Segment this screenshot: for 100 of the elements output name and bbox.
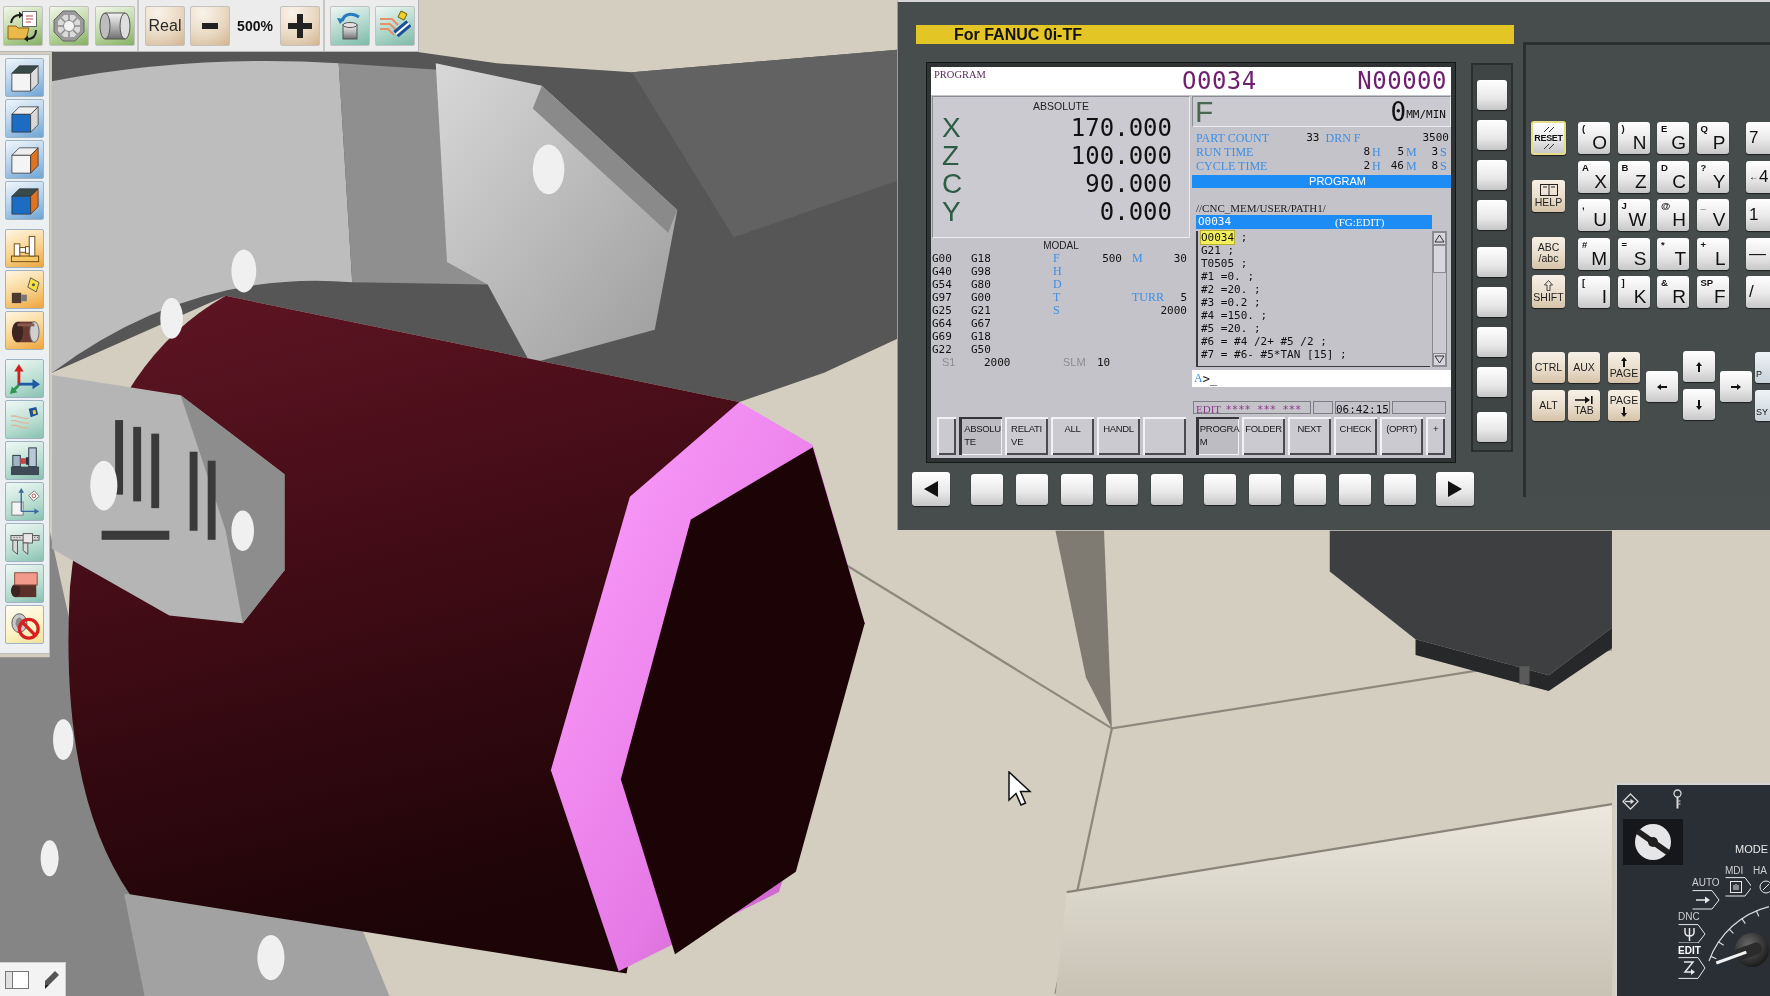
scroll-thumb[interactable]	[1433, 245, 1446, 273]
feed-label: F	[1195, 97, 1214, 126]
shift-key[interactable]: SHIFT	[1532, 275, 1565, 308]
soft-key-button[interactable]	[1061, 473, 1093, 505]
number-key[interactable]: ←4	[1746, 160, 1770, 193]
keypad-key[interactable]: CTRL	[1532, 352, 1565, 383]
letter-key[interactable]: , U	[1578, 199, 1610, 231]
keypad-key[interactable]: PAGE	[1608, 352, 1640, 383]
number-key[interactable]: 1	[1746, 199, 1770, 231]
soft-key-button[interactable]	[1106, 473, 1138, 505]
softkey[interactable]: ALL	[1051, 417, 1094, 455]
zoom-out-button[interactable]	[190, 5, 230, 46]
scroll-up-icon[interactable]	[1433, 232, 1446, 245]
softkey[interactable]: NEXT	[1288, 417, 1331, 455]
letter-key[interactable]: A X	[1578, 160, 1610, 193]
letter-key[interactable]: @ H	[1657, 199, 1689, 231]
rotate-part-button[interactable]	[330, 5, 370, 46]
window-title: For FANUC 0i-TF	[916, 25, 1514, 44]
machine-view-button[interactable]	[5, 441, 44, 480]
softkey[interactable]: PROGRA M	[1196, 417, 1239, 455]
letter-key[interactable]: = S	[1617, 237, 1650, 270]
softkey[interactable]: HANDL	[1097, 417, 1140, 455]
letter-key[interactable]: E G	[1657, 122, 1689, 154]
letter-key[interactable]: ] K	[1617, 276, 1650, 308]
softkey[interactable]: RELATI VE	[1005, 417, 1048, 455]
top-view-button[interactable]	[5, 58, 44, 97]
cursor-key[interactable]	[1683, 389, 1715, 420]
front-view-button[interactable]	[5, 99, 44, 138]
command-input[interactable]: A>_	[1192, 370, 1451, 387]
modal-address: D	[1053, 278, 1063, 291]
side-view-button[interactable]	[5, 140, 44, 179]
soft-key-button[interactable]	[1016, 473, 1048, 505]
up-arrow-icon	[1621, 356, 1627, 367]
workpiece-button[interactable]	[5, 564, 44, 603]
soft-key-button[interactable]	[1294, 473, 1326, 505]
soft-key-button[interactable]	[1204, 473, 1236, 505]
letter-key[interactable]: # M	[1578, 237, 1610, 270]
letter-key[interactable]: [ I	[1578, 276, 1610, 308]
next-page-button[interactable]	[1436, 472, 1474, 506]
softkey[interactable]: CHECK	[1334, 417, 1377, 455]
window-icon[interactable]	[5, 970, 29, 989]
coordinate-system-button[interactable]	[5, 359, 44, 398]
cursor-key[interactable]	[1720, 371, 1752, 402]
cursor-key[interactable]	[1683, 351, 1715, 382]
soft-key-button[interactable]	[1339, 473, 1371, 505]
enter-icon[interactable]	[1622, 793, 1639, 810]
more-softkey[interactable]: +	[1426, 417, 1445, 455]
time-unit: M	[1406, 159, 1415, 173]
reset-key[interactable]: RESET	[1531, 121, 1566, 155]
soft-key-button[interactable]	[971, 473, 1003, 505]
back-softkey[interactable]	[937, 417, 956, 455]
letter-key[interactable]: B Z	[1617, 160, 1650, 193]
softkey[interactable]: FOLDER	[1242, 417, 1285, 455]
soft-key-button[interactable]	[1151, 473, 1183, 505]
softkey[interactable]: (OPRT)	[1380, 417, 1423, 455]
letter-key[interactable]: Q P	[1696, 122, 1729, 154]
letter-key[interactable]: + L	[1696, 237, 1729, 270]
soft-key-button[interactable]	[1249, 473, 1281, 505]
rotary-switch-icon[interactable]	[1623, 819, 1683, 865]
letter-key[interactable]: J W	[1617, 199, 1650, 231]
real-size-button[interactable]: Real	[145, 5, 185, 46]
letter-key[interactable]: D C	[1657, 160, 1689, 193]
keypad-key[interactable]: AUX	[1568, 352, 1600, 383]
iso-view-button[interactable]	[5, 181, 44, 220]
keypad-key[interactable]: ALT	[1532, 390, 1565, 421]
work-offset-button[interactable]	[5, 482, 44, 521]
letter-key[interactable]: ? Y	[1696, 160, 1729, 193]
letter-key[interactable]: ) N	[1617, 122, 1650, 154]
softkey[interactable]: ABSOLU TE	[959, 417, 1002, 455]
letter-key[interactable]: SP F	[1696, 276, 1729, 308]
toolpath-button[interactable]	[5, 400, 44, 439]
number-key[interactable]: /	[1746, 276, 1770, 308]
keypad-key[interactable]: PAGE	[1608, 390, 1640, 421]
letter-key[interactable]: ( O	[1578, 122, 1610, 154]
keypad-key[interactable]: TAB	[1568, 390, 1600, 421]
zoom-in-button[interactable]	[280, 5, 320, 46]
pen-icon[interactable]	[45, 970, 59, 989]
scroll-down-icon[interactable]	[1433, 353, 1446, 366]
tool-button[interactable]	[5, 270, 44, 309]
chuck-button[interactable]	[49, 5, 89, 46]
letter-key[interactable]: * T	[1657, 237, 1689, 270]
cursor-key[interactable]	[1646, 371, 1678, 402]
blank-softkey[interactable]	[1143, 417, 1186, 455]
letter-key[interactable]: _ V	[1696, 199, 1729, 231]
letter-key[interactable]: & R	[1657, 276, 1689, 308]
keypad-key[interactable]: SY	[1755, 390, 1770, 421]
stock-button[interactable]	[5, 311, 44, 350]
key-icon[interactable]	[1673, 789, 1682, 809]
hide-part-button[interactable]	[5, 605, 44, 644]
toolpath-button[interactable]	[375, 5, 415, 46]
number-key[interactable]: 7	[1746, 122, 1770, 154]
number-key[interactable]: —	[1746, 237, 1770, 270]
case-key[interactable]: ABC /abc	[1532, 237, 1565, 269]
soft-key-button[interactable]	[1384, 473, 1416, 505]
measure-button[interactable]	[5, 523, 44, 562]
previous-page-button[interactable]	[912, 472, 950, 506]
keypad-key[interactable]: P	[1755, 352, 1770, 383]
machine-button[interactable]	[5, 229, 44, 268]
help-key[interactable]: HELP	[1532, 180, 1565, 212]
open-file-button[interactable]	[3, 5, 43, 46]
